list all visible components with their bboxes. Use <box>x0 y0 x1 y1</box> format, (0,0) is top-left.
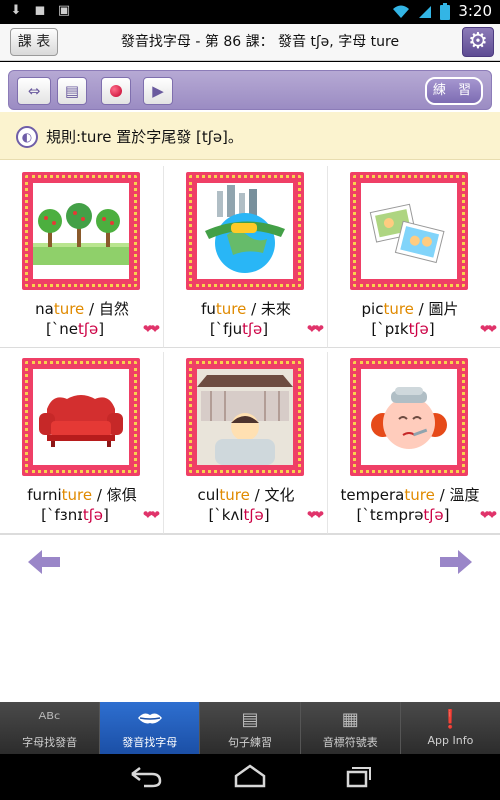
favorite-hearts-icon[interactable]: ❤❤ <box>307 508 324 522</box>
word-label: nature / 自然 <box>35 300 129 318</box>
signal-icon <box>419 6 432 18</box>
notes-button[interactable]: ▤ <box>57 77 87 105</box>
picture-frame <box>186 172 304 290</box>
rule-bar: ◐ 規則:ture 置於字尾發 [tʃə]。 <box>0 112 500 160</box>
practice-button[interactable]: 練 習 <box>425 77 483 105</box>
next-lesson-button[interactable] <box>438 548 474 576</box>
favorite-hearts-icon[interactable]: ❤❤ <box>480 322 497 336</box>
picture-frame <box>350 172 468 290</box>
tab-phonetic-chart[interactable]: ▦ 音標符號表 <box>299 702 400 754</box>
clock: 3:20 <box>458 2 492 20</box>
gamepad-icon: ◼ <box>34 3 46 18</box>
record-icon <box>110 85 122 97</box>
previous-lesson-button[interactable] <box>26 548 62 576</box>
picture-frame <box>186 358 304 476</box>
document-icon: ▤ <box>241 709 259 730</box>
phonetic-label: [`netʃə] <box>45 320 105 338</box>
favorite-hearts-icon[interactable]: ❤❤ <box>307 322 324 336</box>
status-bar: ⬇ ◼ ▣ 3:20 <box>0 0 500 24</box>
settings-button[interactable]: ⚙ <box>462 27 494 57</box>
rule-text: 規則:ture 置於字尾發 [tʃə]。 <box>46 128 243 146</box>
image-icon: ▣ <box>57 3 71 18</box>
picture-illustration <box>361 183 457 279</box>
favorite-hearts-icon[interactable]: ❤❤ <box>143 508 160 522</box>
toolbar: ⇔ ▤ ▶ 練 習 <box>8 70 492 110</box>
lips-icon <box>100 708 199 732</box>
page-title: 發音找字母 - 第 86 課： 發音 tʃə, 字母 ture <box>120 34 400 50</box>
abc-icon: ᴬᴮᶜ <box>38 709 61 730</box>
back-icon <box>131 767 162 788</box>
arrow-left-icon <box>28 550 60 574</box>
word-label: future / 未來 <box>201 300 291 318</box>
favorite-hearts-icon[interactable]: ❤❤ <box>480 508 497 522</box>
lesson-list-button[interactable]: 課 表 <box>10 28 58 56</box>
phonetic-label: [`kʌltʃə] <box>208 506 270 524</box>
system-navigation-bar <box>0 754 500 800</box>
furniture-illustration <box>33 369 129 465</box>
phonetic-label: [`fjutʃə] <box>209 320 269 338</box>
picture-frame <box>22 358 140 476</box>
divider <box>0 534 500 535</box>
tab-sound-to-letter[interactable]: 發音找字母 <box>99 702 200 754</box>
word-label: culture / 文化 <box>197 486 295 504</box>
main-content: ⇔ ▤ ▶ 練 習 ◐ 規則:ture 置於字尾發 [tʃə]。 nature … <box>0 62 500 702</box>
tab-app-info[interactable]: ❗ App Info <box>399 702 500 754</box>
battery-icon <box>440 2 451 20</box>
word-label: furniture / 傢俱 <box>27 486 137 504</box>
word-card[interactable]: temperature / 溫度 [`tɛmprətʃə] ❤❤ <box>328 352 500 534</box>
play-button[interactable]: ▶ <box>143 77 173 105</box>
future-illustration <box>197 183 293 279</box>
tab-sentence-practice[interactable]: ▤ 句子練習 <box>199 702 299 754</box>
culture-illustration <box>197 369 293 465</box>
temperature-illustration <box>361 369 457 465</box>
home-button[interactable] <box>230 764 270 790</box>
toggle-view-button[interactable]: ⇔ <box>17 77 51 105</box>
home-icon <box>234 764 266 788</box>
word-label: temperature / 溫度 <box>340 486 480 504</box>
record-button[interactable] <box>101 77 131 105</box>
back-button[interactable] <box>126 764 166 790</box>
gear-icon: ⚙ <box>468 29 488 54</box>
chart-icon: ▦ <box>341 709 359 730</box>
phonetic-label: [`pɪktʃə] <box>371 320 435 338</box>
wifi-icon <box>393 5 410 18</box>
word-card[interactable]: nature / 自然 [`netʃə] ❤❤ <box>0 166 164 348</box>
nature-illustration <box>33 183 129 279</box>
info-icon: ❗ <box>439 709 462 730</box>
swap-arrows-icon: ⇔ <box>27 82 41 100</box>
word-grid: nature / 自然 [`netʃə] ❤❤ future / 未來 [`fj… <box>0 166 500 534</box>
word-card[interactable]: furniture / 傢俱 [`fɜnɪtʃə] ❤❤ <box>0 352 164 534</box>
arrow-right-icon <box>440 550 472 574</box>
recent-apps-icon <box>346 767 371 788</box>
document-icon: ▤ <box>64 82 80 100</box>
title-bar: 課 表 發音找字母 - 第 86 課： 發音 tʃə, 字母 ture ⚙ <box>0 24 500 61</box>
word-card[interactable]: picture / 圖片 [`pɪktʃə] ❤❤ <box>328 166 500 348</box>
speaker-icon[interactable]: ◐ <box>16 126 38 148</box>
phonetic-label: [`fɜnɪtʃə] <box>41 506 109 524</box>
word-card[interactable]: future / 未來 [`fjutʃə] ❤❤ <box>164 166 328 348</box>
recent-apps-button[interactable] <box>336 764 376 790</box>
picture-frame <box>350 358 468 476</box>
favorite-hearts-icon[interactable]: ❤❤ <box>143 322 160 336</box>
play-icon: ▶ <box>152 82 164 100</box>
tab-letter-to-sound[interactable]: ᴬᴮᶜ 字母找發音 <box>0 702 99 754</box>
word-card[interactable]: culture / 文化 [`kʌltʃə] ❤❤ <box>164 352 328 534</box>
picture-frame <box>22 172 140 290</box>
download-icon: ⬇ <box>10 3 22 18</box>
bottom-tab-bar: ᴬᴮᶜ 字母找發音 發音找字母 ▤ 句子練習 ▦ 音標符號表 ❗ App Inf… <box>0 702 500 754</box>
word-label: picture / 圖片 <box>361 300 459 318</box>
phonetic-label: [`tɛmprətʃə] <box>356 506 450 524</box>
